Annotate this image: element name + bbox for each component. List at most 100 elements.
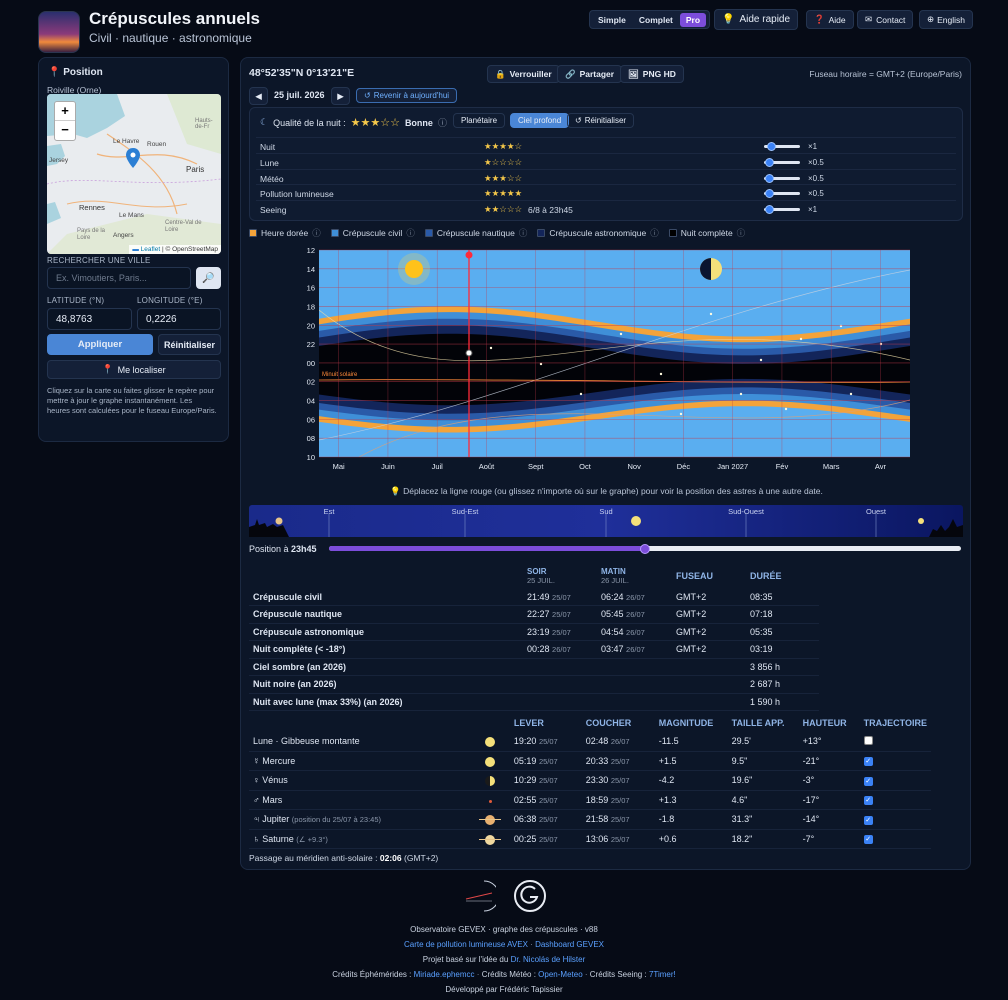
weight-slider[interactable]	[764, 157, 800, 167]
table-row: Crépuscule civil 21:49 25/07 06:24 26/07 GM…	[249, 588, 819, 606]
dashboard-link[interactable]: Dashboard GEVEX	[535, 940, 604, 949]
trajectory-checkbox[interactable]: ✓	[863, 776, 873, 786]
legend-label: Crépuscule astronomique	[549, 228, 647, 238]
trajectory-checkbox[interactable]: ✓	[863, 796, 873, 806]
weight-slider[interactable]	[764, 189, 800, 199]
trajectory-checkbox[interactable]: ✓	[863, 835, 873, 845]
weight-slider-knob[interactable]	[764, 173, 774, 183]
trajectory-checkbox[interactable]: ✓	[863, 757, 873, 767]
y-tick-label: 10	[307, 453, 315, 462]
weight-slider-knob[interactable]	[764, 157, 774, 167]
set-date: 25/07	[610, 776, 630, 786]
zoom-in-button[interactable]: +	[55, 102, 75, 121]
globe-icon: ⊕	[927, 14, 935, 24]
map-marker[interactable]	[126, 148, 140, 168]
weight-slider-knob[interactable]	[764, 205, 774, 215]
time-slider-knob[interactable]	[640, 543, 650, 554]
seeing-link[interactable]: 7Timer!	[649, 970, 676, 979]
y-tick-label: 00	[307, 359, 315, 368]
morning-date: 26/07	[626, 645, 645, 655]
help-button[interactable]: ❓ Aide	[806, 10, 854, 29]
info-icon[interactable]: ⓘ	[519, 227, 528, 239]
rise-date: 25/07	[538, 834, 558, 844]
map[interactable]: Le Havre Rouen Paris Rennes Le Mans Ange…	[47, 94, 221, 254]
bulb-icon: 💡	[390, 486, 401, 496]
longitude-input[interactable]: 0,2226	[137, 308, 221, 330]
latitude-input[interactable]: 48,8763	[47, 308, 132, 330]
mode-deep-sky-button[interactable]: Ciel profond	[510, 113, 570, 128]
weight-slider[interactable]	[764, 142, 800, 151]
search-input[interactable]: Ex. Vimoutiers, Paris...	[47, 267, 191, 289]
table-row: ♀ Vénus 10:29 25/07 23:30 25/07 -4.2 19.6" -…	[249, 770, 931, 791]
share-button[interactable]: 🔗 Partager	[557, 65, 623, 83]
weight-slider-knob[interactable]	[764, 189, 774, 199]
language-button[interactable]: ⊕ English	[919, 10, 974, 29]
contact-button[interactable]: ✉ Contact	[857, 10, 914, 29]
evening-date: 25/07	[552, 610, 571, 620]
mode-simple[interactable]: Simple	[592, 15, 632, 25]
row-label: Nuit complète (< -18°)	[249, 640, 523, 659]
prev-day-button[interactable]: ◀	[249, 87, 268, 105]
page-title: Crépuscules annuels	[89, 9, 261, 28]
osm-link[interactable]: OpenStreetMap	[172, 246, 218, 253]
x-tick-label: Juin	[381, 462, 395, 471]
quality-reset-button[interactable]: ↺ Réinitialiser	[567, 113, 635, 128]
page-subtitle: Civil · nautique · astronomique	[89, 31, 252, 45]
info-icon[interactable]: ⓘ	[438, 116, 447, 129]
weight-slider[interactable]	[764, 205, 800, 215]
set-date: 25/07	[610, 795, 630, 805]
size-cell: 31.3"	[727, 809, 799, 830]
eph-link[interactable]: Miriade.ephemcc	[414, 970, 475, 979]
leaflet-link[interactable]: Leaflet	[141, 246, 161, 253]
table-row: Crépuscule astronomique 23:19 25/07 04:54 …	[249, 623, 819, 641]
pollution-map-link[interactable]: Carte de pollution lumineuse AVEX	[404, 940, 528, 949]
next-day-button[interactable]: ▶	[331, 87, 350, 105]
reset-button[interactable]: Réinitialiser	[158, 334, 221, 355]
locate-button[interactable]: 📍 Me localiser	[47, 360, 221, 379]
magnitude-cell: -11.5	[654, 731, 728, 752]
trajectory-checkbox[interactable]: ✓	[863, 815, 873, 825]
apply-button[interactable]: Appliquer	[47, 334, 153, 355]
moon-icon	[700, 258, 722, 280]
twilight-chart[interactable]: 12 14 16 18 20 22 00 02 04 06 08 10 Mai Juin Juil Août S…	[241, 244, 972, 474]
info-icon[interactable]: ⓘ	[737, 227, 746, 239]
altitude-cell: -21°	[798, 751, 860, 771]
legend-label: Crépuscule civil	[342, 228, 403, 238]
planet-name: ♂ Mars	[253, 794, 283, 805]
size-cell: 4.6"	[727, 790, 799, 810]
planet-name: ♀ Vénus	[253, 775, 288, 786]
png-button[interactable]: 🖼 PNG HD	[620, 65, 684, 83]
today-button[interactable]: ↺ Revenir à aujourd'hui	[356, 88, 458, 103]
meteo-link[interactable]: Open-Meteo	[538, 970, 582, 979]
trajectory-checkbox[interactable]	[863, 735, 873, 745]
weight-slider-knob[interactable]	[766, 142, 776, 151]
quality-row: Seeing ★★☆☆☆ 6/8 à 23h45 ×1	[256, 200, 956, 215]
lock-button[interactable]: 🔒 Verrouiller	[487, 65, 560, 83]
star-dot	[739, 392, 743, 396]
time-slider[interactable]	[329, 543, 961, 554]
quick-help-button[interactable]: 💡 Aide rapide	[714, 9, 799, 30]
info-icon[interactable]: ⓘ	[650, 227, 659, 239]
arrow-right-icon: ▶	[337, 90, 344, 101]
info-icon[interactable]: ⓘ	[406, 227, 415, 239]
bulb-icon: 💡	[722, 14, 735, 25]
info-icon[interactable]: ⓘ	[312, 227, 321, 239]
search-button[interactable]: 🔎	[196, 267, 221, 289]
map-attribution: ▬ Leaflet | © OpenStreetMap	[129, 245, 221, 254]
weight-slider[interactable]	[764, 173, 800, 183]
date-display[interactable]: 25 juil. 2026	[274, 90, 325, 100]
latitude-label: LATITUDE (°N)	[47, 296, 105, 305]
date-cursor-handle[interactable]	[465, 251, 473, 259]
flag-icon: ▬	[132, 246, 139, 253]
mode-complet[interactable]: Complet	[634, 15, 678, 25]
author-link[interactable]: Dr. Nicolás de Hilster	[511, 955, 586, 964]
mode-planetary-button[interactable]: Planétaire	[453, 113, 506, 128]
star-dot	[784, 407, 788, 411]
y-tick-label: 14	[307, 265, 315, 274]
zoom-out-button[interactable]: −	[55, 121, 75, 140]
mode-pro[interactable]: Pro	[679, 12, 707, 27]
moon-crescent-icon: ☾	[260, 117, 269, 127]
set-time: 18:59	[585, 794, 609, 805]
morning-time: 05:45	[601, 609, 624, 620]
quality-row: Pollution lumineuse ★★★★★ ×0.5	[256, 184, 956, 199]
